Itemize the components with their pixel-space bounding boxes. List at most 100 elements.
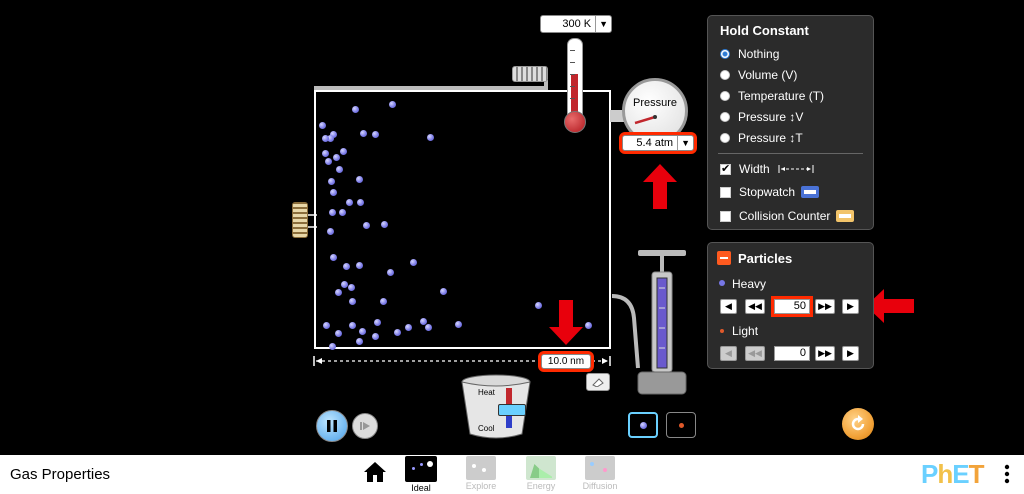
heavy-particle — [349, 322, 356, 329]
heavy-particle — [372, 131, 379, 138]
light-particle-icon — [678, 422, 684, 428]
heavy-particle — [374, 319, 381, 326]
tab-label: Explore — [465, 481, 497, 491]
heavy-decrement-button[interactable]: ◀ — [720, 299, 737, 314]
radio-volume[interactable]: Volume (V) — [720, 68, 797, 82]
reset-all-button[interactable] — [842, 408, 874, 440]
heavy-particle — [341, 281, 348, 288]
heavy-particle — [535, 302, 542, 309]
radio-nothing[interactable]: Nothing — [720, 47, 779, 61]
thermometer-tick — [570, 86, 575, 87]
light-particle-icon — [720, 329, 724, 333]
heavy-particle — [380, 298, 387, 305]
heavy-particle — [343, 263, 350, 270]
heavy-particle — [330, 254, 337, 261]
temperature-readout[interactable]: 300 K ▼ — [540, 15, 612, 33]
container-width-handle[interactable] — [292, 202, 308, 238]
divider — [718, 153, 863, 154]
heavy-particle — [359, 328, 366, 335]
bicycle-pump[interactable] — [608, 248, 688, 398]
gauge-needle-icon — [634, 115, 657, 125]
reset-icon — [851, 415, 865, 431]
light-increment-10-button[interactable]: ▶▶ — [815, 346, 835, 361]
heavy-particle — [357, 199, 364, 206]
light-count-field[interactable]: 0 — [774, 346, 810, 361]
heavy-particle — [327, 228, 334, 235]
red-arrow-up-icon — [643, 164, 677, 209]
particles-panel: Particles Heavy ◀ ◀◀ 50 ▶▶ ▶ Light ◀ ◀◀ … — [707, 242, 874, 369]
heavy-particle — [372, 333, 379, 340]
thermometer-tick — [570, 74, 575, 75]
radio-button-icon — [720, 112, 730, 122]
heat-label: Heat — [478, 388, 495, 397]
heavy-label: Heavy — [732, 277, 767, 291]
heavy-particle — [440, 288, 447, 295]
heavy-particle-toggle[interactable] — [628, 412, 658, 438]
heavy-increment-10-button[interactable]: ▶▶ — [815, 299, 835, 314]
double-triangle-left-icon: ◀◀ — [748, 348, 762, 358]
width-ruler-icon — [778, 165, 814, 173]
stopwatch-checkbox[interactable]: Stopwatch — [720, 185, 820, 199]
light-increment-button[interactable]: ▶ — [842, 346, 859, 361]
tab-label: Diffusion — [582, 481, 618, 491]
double-triangle-right-icon: ▶▶ — [818, 348, 832, 358]
lid-handle[interactable] — [512, 66, 548, 82]
triangle-left-icon: ◀ — [725, 301, 732, 311]
chevron-down-icon[interactable]: ▼ — [677, 136, 693, 150]
tab-diffusion[interactable]: Diffusion — [582, 456, 618, 491]
phet-logo[interactable]: PhET — [921, 459, 984, 490]
checkbox-label: Width — [739, 162, 770, 176]
chevron-down-icon[interactable]: ▼ — [595, 16, 611, 32]
radio-label: Pressure ↕V — [738, 110, 804, 124]
radio-temperature[interactable]: Temperature (T) — [720, 89, 824, 103]
temperature-value: 300 K — [562, 18, 592, 30]
heavy-particle — [425, 324, 432, 331]
cool-label: Cool — [478, 424, 495, 433]
heavy-increment-button[interactable]: ▶ — [842, 299, 859, 314]
heavy-particle — [427, 134, 434, 141]
heavy-particle — [323, 322, 330, 329]
heavy-particle — [333, 154, 340, 161]
heavy-particle — [363, 222, 370, 229]
heavy-particle — [335, 289, 342, 296]
heavy-particle — [329, 343, 336, 350]
heavy-particle — [410, 259, 417, 266]
heavy-particle — [340, 148, 347, 155]
width-checkbox[interactable]: Width — [720, 162, 814, 176]
hold-constant-title: Hold Constant — [720, 23, 809, 38]
triangle-right-icon: ▶ — [847, 348, 854, 358]
radio-pressure-t[interactable]: Pressure ↕T — [720, 131, 803, 145]
tab-label: Ideal — [411, 483, 431, 493]
kebab-menu-icon[interactable] — [1004, 464, 1010, 489]
heavy-particle — [387, 269, 394, 276]
heavy-particle — [349, 298, 356, 305]
collision-counter-checkbox[interactable]: Collision Counter — [720, 209, 855, 223]
tab-explore[interactable]: Explore — [463, 456, 499, 491]
heavy-count-field[interactable]: 50 — [774, 299, 810, 314]
heavy-decrement-10-button[interactable]: ◀◀ — [745, 299, 765, 314]
eraser-button[interactable] — [586, 373, 610, 391]
radio-button-icon — [720, 91, 730, 101]
heavy-particle — [319, 122, 326, 129]
radio-label: Nothing — [738, 47, 780, 61]
light-decrement-button[interactable]: ◀ — [720, 346, 737, 361]
light-decrement-10-button[interactable]: ◀◀ — [745, 346, 765, 361]
light-particle-toggle[interactable] — [666, 412, 696, 438]
heavy-particle — [405, 324, 412, 331]
thermometer-bulb — [564, 111, 586, 133]
tab-ideal[interactable]: Ideal — [403, 456, 439, 493]
heavy-particle — [356, 176, 363, 183]
checkbox-label: Stopwatch — [739, 185, 796, 199]
radio-pressure-v[interactable]: Pressure ↕V — [720, 110, 803, 124]
heat-cool-slider[interactable] — [498, 404, 526, 416]
heavy-particle — [336, 166, 343, 173]
home-button[interactable] — [363, 461, 387, 488]
pressure-readout[interactable]: 5.4 atm ▼ — [622, 135, 694, 151]
thermometer-tick — [570, 62, 575, 63]
particles-title: Particles — [738, 251, 793, 266]
tab-energy[interactable]: Energy — [523, 456, 559, 491]
collapse-button[interactable] — [717, 251, 731, 265]
heavy-particle-icon — [719, 280, 725, 286]
pause-button[interactable] — [316, 410, 348, 442]
step-button[interactable] — [352, 413, 378, 439]
